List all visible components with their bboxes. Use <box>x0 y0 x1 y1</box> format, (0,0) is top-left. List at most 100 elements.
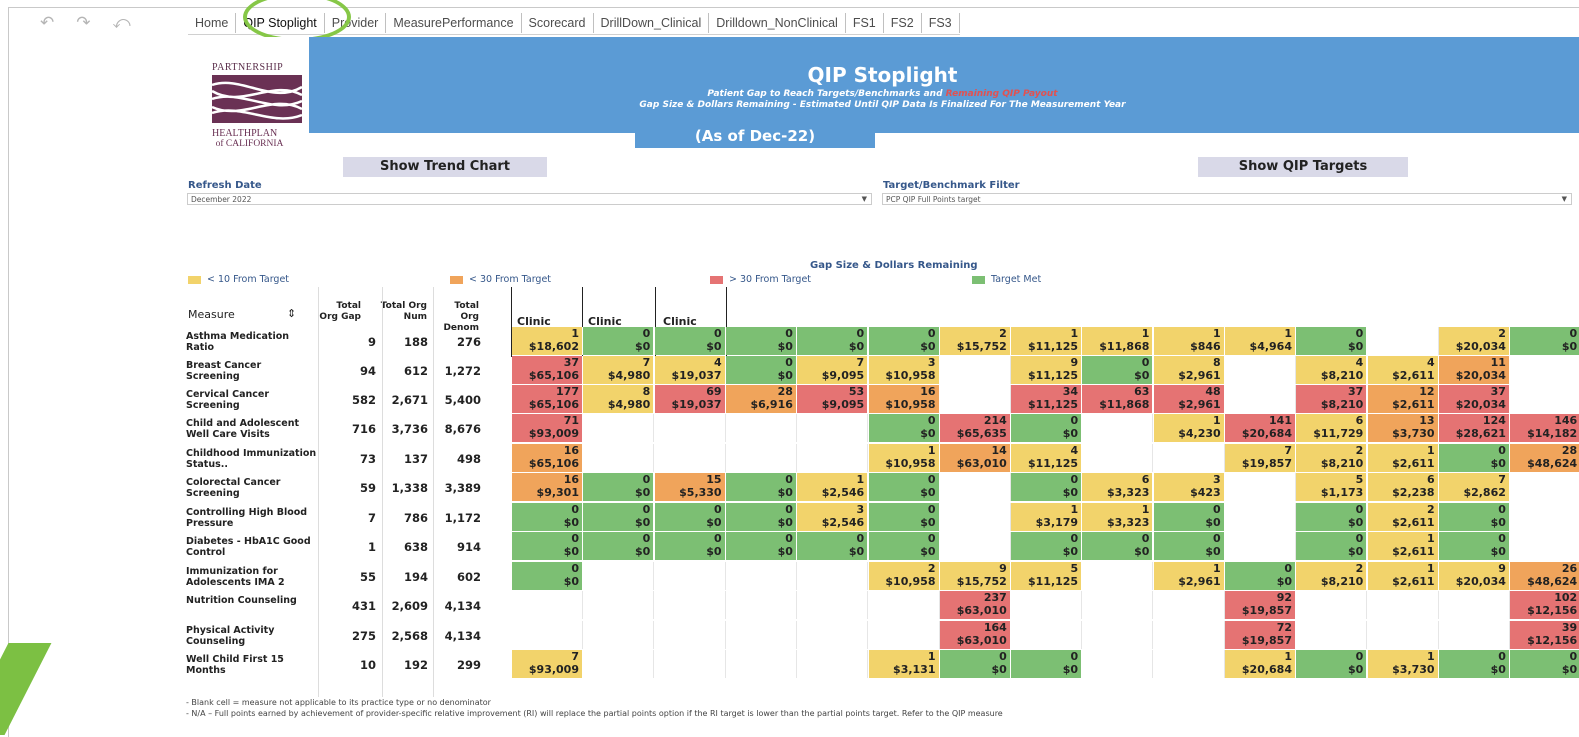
stoplight-cell[interactable]: 72 $19,857 <box>1225 621 1296 649</box>
stoplight-cell[interactable]: 0 $0 <box>583 532 655 560</box>
show-qip-targets-button[interactable]: Show QIP Targets <box>1198 157 1408 177</box>
stoplight-cell[interactable]: 164 $63,010 <box>939 621 1011 649</box>
stoplight-cell[interactable]: 6 $11,729 <box>1296 414 1368 442</box>
stoplight-cell[interactable]: 0 $0 <box>725 473 797 501</box>
stoplight-cell[interactable]: 1 $2,961 <box>1153 562 1225 590</box>
stoplight-cell[interactable]: 0 $0 <box>1438 503 1510 531</box>
stoplight-cell[interactable]: 0 $0 <box>868 503 940 531</box>
target-filter-select[interactable]: PCP QIP Full Points target ▼ <box>882 193 1572 205</box>
stoplight-cell[interactable]: 0 $0 <box>654 532 726 560</box>
stoplight-cell[interactable]: 0 $0 <box>1082 356 1154 384</box>
stoplight-cell[interactable]: 2 $15,752 <box>939 327 1011 355</box>
stoplight-cell[interactable]: 1 $3,131 <box>868 650 940 678</box>
stoplight-cell[interactable]: 1 $10,958 <box>868 444 940 472</box>
stoplight-cell[interactable]: 16 $65,106 <box>512 444 583 472</box>
stoplight-cell[interactable]: 0 $0 <box>1225 562 1296 590</box>
stoplight-cell[interactable]: 3 $423 <box>1153 473 1225 501</box>
stoplight-cell[interactable]: 0 $0 <box>797 327 869 355</box>
stoplight-cell[interactable]: 0 $0 <box>512 562 583 590</box>
stoplight-cell[interactable]: 8 $2,961 <box>1153 356 1225 384</box>
stoplight-cell[interactable]: 13 $3,730 <box>1367 414 1439 442</box>
stoplight-cell[interactable]: 177 $65,106 <box>512 385 583 413</box>
stoplight-cell[interactable]: 1 $2,546 <box>797 473 869 501</box>
stoplight-cell[interactable]: 28 $48,624 <box>1510 444 1579 472</box>
stoplight-cell[interactable]: 0 $0 <box>868 414 940 442</box>
tab-drilldown-nonclinical[interactable]: Drilldown_NonClinical <box>709 12 846 33</box>
stoplight-cell[interactable]: 15 $5,330 <box>654 473 726 501</box>
stoplight-cell[interactable]: 4 $8,210 <box>1296 356 1368 384</box>
stoplight-cell[interactable]: 9 $15,752 <box>939 562 1011 590</box>
stoplight-cell[interactable]: 0 $0 <box>1011 414 1083 442</box>
stoplight-cell[interactable]: 4 $2,611 <box>1367 356 1439 384</box>
stoplight-cell[interactable]: 1 $3,323 <box>1082 503 1154 531</box>
stoplight-cell[interactable]: 0 $0 <box>1296 503 1368 531</box>
stoplight-cell[interactable]: 2 $8,210 <box>1296 444 1368 472</box>
stoplight-cell[interactable]: 92 $19,857 <box>1225 591 1296 619</box>
stoplight-cell[interactable]: 48 $2,961 <box>1153 385 1225 413</box>
stoplight-cell[interactable]: 0 $0 <box>797 532 869 560</box>
stoplight-cell[interactable]: 0 $0 <box>583 327 655 355</box>
stoplight-cell[interactable]: 9 $11,125 <box>1011 356 1083 384</box>
stoplight-cell[interactable]: 12 $2,611 <box>1367 385 1439 413</box>
stoplight-cell[interactable]: 71 $93,009 <box>512 414 583 442</box>
redo-icon[interactable]: ↷ <box>76 13 90 33</box>
stoplight-cell[interactable]: 6 $3,323 <box>1082 473 1154 501</box>
stoplight-cell[interactable]: 16 $9,301 <box>512 473 583 501</box>
stoplight-cell[interactable]: 37 $65,106 <box>512 356 583 384</box>
stoplight-cell[interactable]: 1 $846 <box>1153 327 1225 355</box>
stoplight-cell[interactable]: 1 $3,730 <box>1367 650 1439 678</box>
stoplight-cell[interactable]: 0 $0 <box>654 503 726 531</box>
stoplight-cell[interactable]: 1 $4,964 <box>1225 327 1296 355</box>
stoplight-cell[interactable]: 26 $48,624 <box>1510 562 1579 590</box>
stoplight-cell[interactable]: 0 $0 <box>939 650 1011 678</box>
stoplight-cell[interactable]: 0 $0 <box>725 503 797 531</box>
stoplight-cell[interactable]: 0 $0 <box>1510 650 1579 678</box>
stoplight-cell[interactable]: 0 $0 <box>1438 532 1510 560</box>
stoplight-cell[interactable]: 0 $0 <box>1510 327 1579 355</box>
stoplight-cell[interactable]: 4 $19,037 <box>654 356 726 384</box>
stoplight-cell[interactable]: 0 $0 <box>868 473 940 501</box>
stoplight-cell[interactable]: 0 $0 <box>1011 473 1083 501</box>
stoplight-cell[interactable]: 39 $12,156 <box>1510 621 1579 649</box>
stoplight-cell[interactable]: 102 $12,156 <box>1510 591 1579 619</box>
stoplight-cell[interactable]: 16 $10,958 <box>868 385 940 413</box>
stoplight-cell[interactable]: 0 $0 <box>868 532 940 560</box>
stoplight-cell[interactable]: 0 $0 <box>1296 532 1368 560</box>
stoplight-cell[interactable]: 1 $2,611 <box>1367 562 1439 590</box>
stoplight-cell[interactable]: 0 $0 <box>1082 532 1154 560</box>
stoplight-cell[interactable]: 0 $0 <box>1438 650 1510 678</box>
stoplight-cell[interactable]: 5 $1,173 <box>1296 473 1368 501</box>
stoplight-cell[interactable]: 7 $93,009 <box>512 650 583 678</box>
stoplight-cell[interactable]: 37 $20,034 <box>1438 385 1510 413</box>
stoplight-cell[interactable]: 7 $4,980 <box>583 356 655 384</box>
stoplight-cell[interactable]: 9 $20,034 <box>1438 562 1510 590</box>
sort-icon[interactable]: ⇕ <box>287 308 296 319</box>
stoplight-cell[interactable]: 1 $11,125 <box>1011 327 1083 355</box>
stoplight-cell[interactable]: 37 $8,210 <box>1296 385 1368 413</box>
stoplight-cell[interactable]: 1 $18,602 <box>512 327 583 355</box>
stoplight-cell[interactable]: 7 $2,862 <box>1438 473 1510 501</box>
stoplight-cell[interactable]: 0 $0 <box>868 327 940 355</box>
revert-icon[interactable]: ⤺ <box>113 13 131 33</box>
stoplight-cell[interactable]: 34 $11,125 <box>1011 385 1083 413</box>
stoplight-cell[interactable]: 3 $10,958 <box>868 356 940 384</box>
stoplight-cell[interactable]: 1 $2,611 <box>1367 532 1439 560</box>
stoplight-cell[interactable]: 63 $11,868 <box>1082 385 1154 413</box>
undo-icon[interactable]: ↶ <box>40 13 54 33</box>
stoplight-cell[interactable]: 0 $0 <box>1153 503 1225 531</box>
stoplight-cell[interactable]: 2 $10,958 <box>868 562 940 590</box>
stoplight-cell[interactable]: 0 $0 <box>1011 532 1083 560</box>
stoplight-cell[interactable]: 0 $0 <box>725 532 797 560</box>
stoplight-cell[interactable]: 141 $20,684 <box>1225 414 1296 442</box>
show-trend-chart-button[interactable]: Show Trend Chart <box>343 157 547 177</box>
stoplight-cell[interactable]: 2 $2,611 <box>1367 503 1439 531</box>
stoplight-cell[interactable]: 0 $0 <box>1296 327 1368 355</box>
stoplight-cell[interactable]: 11 $20,034 <box>1438 356 1510 384</box>
tab-scorecard[interactable]: Scorecard <box>522 12 594 33</box>
stoplight-cell[interactable]: 0 $0 <box>1296 650 1368 678</box>
stoplight-cell[interactable]: 4 $11,125 <box>1011 444 1083 472</box>
tab-fs3[interactable]: FS3 <box>922 12 960 33</box>
stoplight-cell[interactable]: 0 $0 <box>725 327 797 355</box>
tab-fs1[interactable]: FS1 <box>846 12 884 33</box>
stoplight-cell[interactable]: 0 $0 <box>512 532 583 560</box>
